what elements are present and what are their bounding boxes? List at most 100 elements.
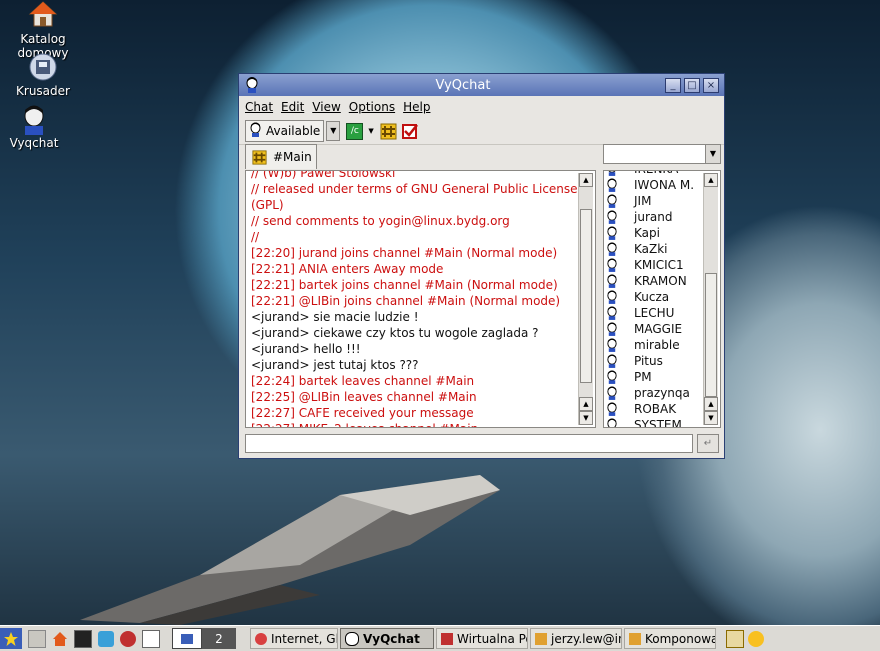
send-button[interactable]: ↵ [697,434,719,453]
chat-scrollbar[interactable]: ▲ ▲ ▼ [578,173,593,425]
user-name: ROBAK [634,402,677,416]
chat-line: // send comments to yogin@linux.bydg.org [251,214,510,228]
network-icon[interactable] [120,630,136,647]
list-item[interactable]: PM [606,369,706,385]
user-name: LECHU [634,306,675,320]
task-mail[interactable]: jerzy.lew@in [530,628,622,649]
chat-line: <jurand> ciekawe czy ktos tu wogole zagl… [251,326,539,340]
command-dropdown-arrow[interactable]: ▼ [368,127,373,135]
user-icon [607,194,617,208]
user-name: jurand [634,210,673,224]
editor-icon[interactable] [142,629,160,648]
chat-line: <jurand> jest tutaj ktos ??? [251,358,419,372]
chat-line: // released under terms of GNU General P… [251,182,578,196]
desktop-icon-krusader[interactable]: Krusader [0,52,88,98]
list-item[interactable]: KaZki [606,241,706,257]
user-filter-combo[interactable]: ▼ [603,144,721,164]
status-selector[interactable]: Available [245,120,325,142]
list-item[interactable]: MAGGIE [606,321,706,337]
task-label: Komponowa [645,631,716,646]
tab-main-channel[interactable]: #Main [245,144,317,169]
scroll-down-button[interactable]: ▼ [579,411,593,425]
chat-line: [22:20] jurand joins channel #Main (Norm… [251,246,558,260]
user-name: PM [634,370,652,384]
user-name: KRAMON [634,274,687,288]
user-list[interactable]: IRENKA IWONA M. JIM jurand Kapi KaZki KMICIC1 K… [603,170,721,428]
channel-icon[interactable] [380,123,397,140]
browser-icon [255,632,267,645]
list-item[interactable]: LECHU [606,305,706,321]
userlist-scrollbar[interactable]: ▲ ▲ ▼ [703,173,718,425]
star-menu-icon [4,631,18,646]
chat-line: [22:25] @LIBin leaves channel #Main [251,390,477,404]
command-icon[interactable]: /c [346,122,364,140]
scroll-thumb[interactable] [580,209,592,383]
user-name: JIM [634,194,652,208]
chat-line: [22:21] @LIBin joins channel #Main (Norm… [251,294,561,308]
list-item[interactable]: ROBAK [606,401,706,417]
scroll-up-button[interactable]: ▲ [579,173,593,187]
task-internet[interactable]: Internet, Gliw [250,628,338,649]
maximize-button[interactable]: □ [684,77,700,93]
list-item[interactable]: Kucza [606,289,706,305]
task-komponowanie[interactable]: Komponowa [624,628,716,649]
desktop-icon-vyqchat[interactable]: Vyqchat [0,104,79,150]
user-name: KMICIC1 [634,258,684,272]
menu-help[interactable]: Help [403,100,430,114]
minimize-button[interactable]: _ [665,77,681,93]
list-item[interactable]: IRENKA [606,171,706,177]
chat-line: [22:24] bartek leaves channel #Main [251,374,475,388]
tab-label: #Main [273,150,312,164]
user-status-icon [249,122,262,140]
list-item[interactable]: Pitus [606,353,706,369]
list-item[interactable]: mirable [606,337,706,353]
spaceship-wallpaper-art [80,475,500,625]
pager-window-icon [181,633,193,644]
desktop-icon-home[interactable]: Katalog domowy [0,0,88,60]
user-icon [607,242,617,256]
status-dropdown-arrow[interactable]: ▼ [326,121,341,141]
window-list-icon[interactable] [28,629,46,648]
terminal-icon[interactable] [74,629,92,648]
user-head-icon [19,104,49,135]
scroll-up-button[interactable]: ▲ [704,173,718,187]
menu-options[interactable]: Options [349,100,395,114]
pager-desktop-1[interactable] [172,628,202,649]
chat-line: <jurand> sie macie ludzie ! [251,310,419,324]
home-icon[interactable] [52,631,68,647]
list-item[interactable]: jurand [606,209,706,225]
browser-icon[interactable] [98,630,114,647]
scroll-up-button[interactable]: ▲ [579,397,593,411]
users-container: IRENKA IWONA M. JIM jurand Kapi KaZki KMICIC1 K… [606,171,706,427]
user-icon [607,306,617,320]
user-name: mirable [634,338,680,352]
close-button[interactable]: × [703,77,719,93]
list-item[interactable]: KMICIC1 [606,257,706,273]
list-item[interactable]: JIM [606,193,706,209]
chat-line: [22:21] ANIA enters Away mode [251,262,444,276]
kde-menu-button[interactable] [0,628,22,649]
menu-view[interactable]: View [312,100,340,114]
list-item[interactable]: SYSTEM [606,417,706,427]
user-name: MAGGIE [634,322,683,336]
message-input[interactable] [245,434,693,453]
menu-chat[interactable]: Chat [245,100,273,114]
list-item[interactable]: KRAMON [606,273,706,289]
window-titlebar[interactable]: VyQchat _ □ × [239,74,724,96]
task-vyqchat[interactable]: VyQchat [340,628,434,649]
list-item[interactable]: IWONA M. [606,177,706,193]
scroll-up-button[interactable]: ▲ [704,397,718,411]
pager-desktop-2[interactable]: 2 [202,628,236,649]
list-item[interactable]: prazynqa [606,385,706,401]
menu-edit[interactable]: Edit [281,100,304,114]
scroll-thumb[interactable] [705,273,717,397]
combo-dropdown-arrow[interactable]: ▼ [705,145,720,163]
scroll-down-button[interactable]: ▼ [704,411,718,425]
message-check-icon[interactable] [401,123,419,140]
klipper-icon[interactable] [726,629,744,648]
list-item[interactable]: Kapi [606,225,706,241]
chat-log[interactable]: // (W)b) Pawel Stolowski // released unde… [245,170,596,428]
task-wirtualna[interactable]: Wirtualna Po [436,628,528,649]
sun-icon[interactable] [748,630,764,647]
chat-line: // (W)b) Pawel Stolowski [251,170,396,180]
